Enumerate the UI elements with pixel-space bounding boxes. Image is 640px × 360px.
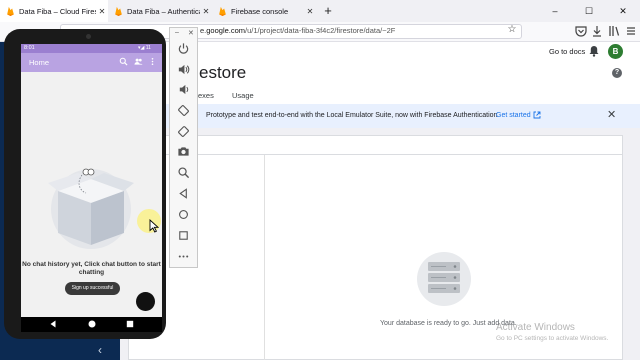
data-panel-path-row — [129, 136, 622, 155]
new-tab-button[interactable]: + — [320, 3, 336, 19]
empty-database-illustration — [416, 248, 472, 310]
volume-up-icon[interactable] — [177, 63, 190, 76]
close-tab-icon[interactable]: ✕ — [200, 7, 212, 16]
search-icon[interactable] — [119, 57, 128, 66]
firebase-flame-icon — [6, 6, 15, 16]
close-window-button[interactable]: ✕ — [606, 0, 640, 22]
activate-windows-subtitle: Go to PC settings to activate Windows. — [496, 335, 609, 342]
users-icon[interactable] — [134, 57, 143, 66]
open-in-new-icon[interactable] — [533, 111, 541, 119]
go-to-docs-link[interactable]: Go to docs — [549, 47, 585, 56]
mouse-cursor-icon — [149, 219, 159, 233]
tab-title: Data Fiba – Cloud Firestore – Fir — [19, 6, 96, 16]
notifications-bell-icon[interactable] — [589, 45, 599, 57]
firebase-flame-icon — [218, 6, 227, 16]
banner-message: Prototype and test end-to-end with the L… — [206, 112, 498, 119]
overflow-menu-icon[interactable] — [148, 57, 157, 66]
tab-usage[interactable]: Usage — [232, 91, 254, 100]
browser-tab-authentication[interactable]: Data Fiba – Authentication – Fir ✕ — [108, 0, 212, 22]
empty-box-illustration — [42, 163, 140, 250]
rotate-right-icon[interactable] — [177, 125, 190, 138]
empty-chat-message: No chat history yet, Click chat button t… — [22, 261, 161, 276]
pocket-icon[interactable] — [574, 24, 588, 38]
window-controls: – ☐ ✕ — [538, 0, 640, 22]
tab-indexes[interactable]: exes — [198, 91, 214, 100]
close-tab-icon[interactable]: ✕ — [96, 7, 108, 16]
rotate-left-icon[interactable] — [177, 104, 190, 117]
browser-tab-firestore[interactable]: Data Fiba – Cloud Firestore – Fir ✕ — [0, 0, 108, 22]
downloads-icon[interactable] — [590, 24, 604, 38]
emulator-minimize-button[interactable]: – — [175, 29, 179, 36]
status-time: 8:01 — [24, 45, 35, 51]
account-avatar[interactable]: B — [608, 44, 623, 59]
page-title: estore — [199, 63, 247, 82]
overview-icon[interactable] — [177, 229, 190, 242]
close-tab-icon[interactable]: ✕ — [304, 7, 316, 16]
library-icon[interactable] — [607, 24, 621, 38]
minimize-button[interactable]: – — [538, 0, 572, 22]
front-camera — [86, 34, 91, 39]
camera-icon[interactable] — [177, 145, 190, 158]
close-banner-button[interactable]: ✕ — [607, 108, 617, 121]
bookmark-star-icon[interactable]: ☆ — [506, 24, 518, 37]
app-title: Home — [29, 58, 50, 67]
home-icon[interactable] — [177, 208, 190, 221]
collapse-sidebar-chevron-icon[interactable]: ‹ — [98, 343, 102, 357]
browser-tab-firebase-console[interactable]: Firebase console ✕ — [212, 0, 316, 22]
url-domain: google.com — [206, 26, 246, 35]
back-icon[interactable] — [177, 187, 190, 200]
url-text: e.google.com/u/1/project/data-fiba-3f4c2… — [200, 26, 395, 35]
firebase-flame-icon — [114, 6, 123, 16]
more-options-icon[interactable] — [177, 250, 190, 263]
help-icon[interactable]: ? — [612, 68, 622, 78]
activate-windows-title: Activate Windows — [496, 322, 575, 333]
tab-title: Data Fiba – Authentication – Fir — [127, 6, 200, 16]
volume-down-icon[interactable] — [177, 83, 190, 96]
nav-back-icon[interactable] — [48, 319, 58, 329]
emulator-close-button[interactable]: ✕ — [188, 29, 194, 37]
nav-overview-icon[interactable] — [125, 319, 135, 329]
zoom-icon[interactable] — [177, 166, 190, 179]
url-path: /u/1/project/data-fiba-3f4c2/firestore/d… — [245, 26, 396, 35]
column-divider — [264, 155, 265, 360]
status-indicators: ▾◢ 11 — [138, 45, 151, 51]
menu-icon[interactable] — [624, 24, 638, 38]
signup-snackbar: Sign up successful — [65, 282, 120, 295]
nav-home-icon[interactable] — [87, 319, 97, 329]
power-icon[interactable] — [177, 42, 190, 55]
chat-fab-button[interactable] — [136, 292, 155, 311]
tab-title: Firebase console — [231, 6, 289, 16]
get-started-link[interactable]: Get started — [496, 112, 531, 119]
maximize-button[interactable]: ☐ — [572, 0, 606, 22]
